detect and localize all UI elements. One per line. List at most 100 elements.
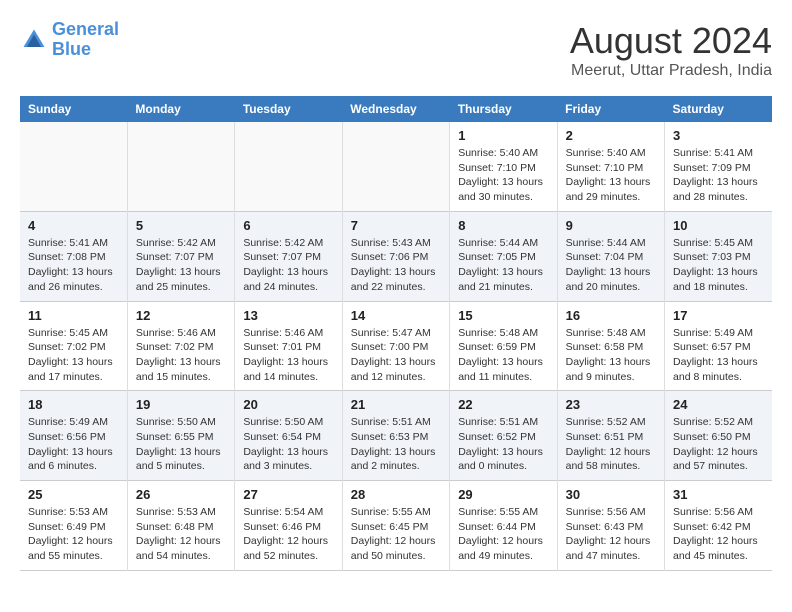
calendar-cell: 15Sunrise: 5:48 AM Sunset: 6:59 PM Dayli… <box>450 301 557 391</box>
title-block: August 2024 Meerut, Uttar Pradesh, India <box>570 20 772 80</box>
day-info: Sunrise: 5:52 AM Sunset: 6:51 PM Dayligh… <box>566 415 656 474</box>
day-number: 22 <box>458 397 548 412</box>
day-info: Sunrise: 5:42 AM Sunset: 7:07 PM Dayligh… <box>136 236 226 295</box>
day-number: 16 <box>566 308 656 323</box>
calendar-cell <box>235 122 342 211</box>
day-number: 21 <box>351 397 441 412</box>
day-info: Sunrise: 5:45 AM Sunset: 7:02 PM Dayligh… <box>28 326 119 385</box>
day-number: 10 <box>673 218 764 233</box>
calendar-cell: 16 Sunrise: 5:48 AM Sunset: 6:58 PM Dayli… <box>557 301 664 391</box>
day-number: 23 <box>566 397 656 412</box>
calendar-cell: 12 Sunrise: 5:46 AM Sunset: 7:02 PM Dayli… <box>127 301 234 391</box>
day-info: Sunrise: 5:49 AM Sunset: 6:57 PM Dayligh… <box>673 326 764 385</box>
day-info: Sunrise: 5:56 AM Sunset: 6:42 PM Dayligh… <box>673 505 764 564</box>
day-number: 20 <box>243 397 333 412</box>
logo-icon <box>20 26 48 54</box>
calendar-cell: 19 Sunrise: 5:50 AM Sunset: 6:55 PM Dayli… <box>127 391 234 481</box>
calendar-cell: 10 Sunrise: 5:45 AM Sunset: 7:03 PM Dayli… <box>665 211 772 301</box>
day-number: 5 <box>136 218 226 233</box>
calendar-cell: 14Sunrise: 5:47 AM Sunset: 7:00 PM Dayli… <box>342 301 449 391</box>
day-info: Sunrise: 5:46 AM Sunset: 7:02 PM Dayligh… <box>136 326 226 385</box>
calendar-cell: 26 Sunrise: 5:53 AM Sunset: 6:48 PM Dayli… <box>127 481 234 571</box>
calendar-cell: 6 Sunrise: 5:42 AM Sunset: 7:07 PM Daylig… <box>235 211 342 301</box>
page-header: General Blue August 2024 Meerut, Uttar P… <box>20 20 772 80</box>
week-row: 25 Sunrise: 5:53 AM Sunset: 6:49 PM Dayli… <box>20 481 772 571</box>
logo-general: General <box>52 19 119 39</box>
week-row: 1 Sunrise: 5:40 AM Sunset: 7:10 PM Daylig… <box>20 122 772 211</box>
day-info: Sunrise: 5:45 AM Sunset: 7:03 PM Dayligh… <box>673 236 764 295</box>
calendar-cell: 2 Sunrise: 5:40 AM Sunset: 7:10 PM Daylig… <box>557 122 664 211</box>
day-number: 12 <box>136 308 226 323</box>
day-info: Sunrise: 5:51 AM Sunset: 6:53 PM Dayligh… <box>351 415 441 474</box>
weekday-header-row: SundayMondayTuesdayWednesdayThursdayFrid… <box>20 96 772 122</box>
day-info: Sunrise: 5:52 AM Sunset: 6:50 PM Dayligh… <box>673 415 764 474</box>
day-info: Sunrise: 5:48 AM Sunset: 6:58 PM Dayligh… <box>566 326 656 385</box>
calendar-cell: 9 Sunrise: 5:44 AM Sunset: 7:04 PM Daylig… <box>557 211 664 301</box>
day-info: Sunrise: 5:40 AM Sunset: 7:10 PM Dayligh… <box>458 146 548 205</box>
day-number: 28 <box>351 487 441 502</box>
calendar-cell: 29Sunrise: 5:55 AM Sunset: 6:44 PM Dayli… <box>450 481 557 571</box>
calendar-cell: 17 Sunrise: 5:49 AM Sunset: 6:57 PM Dayli… <box>665 301 772 391</box>
day-info: Sunrise: 5:50 AM Sunset: 6:55 PM Dayligh… <box>136 415 226 474</box>
day-info: Sunrise: 5:43 AM Sunset: 7:06 PM Dayligh… <box>351 236 441 295</box>
calendar-cell: 21 Sunrise: 5:51 AM Sunset: 6:53 PM Dayli… <box>342 391 449 481</box>
weekday-header: Monday <box>127 96 234 122</box>
calendar-cell <box>342 122 449 211</box>
day-number: 30 <box>566 487 656 502</box>
day-info: Sunrise: 5:51 AM Sunset: 6:52 PM Dayligh… <box>458 415 548 474</box>
day-number: 6 <box>243 218 333 233</box>
day-number: 27 <box>243 487 333 502</box>
calendar-cell: 20 Sunrise: 5:50 AM Sunset: 6:54 PM Dayli… <box>235 391 342 481</box>
day-info: Sunrise: 5:49 AM Sunset: 6:56 PM Dayligh… <box>28 415 119 474</box>
week-row: 11 Sunrise: 5:45 AM Sunset: 7:02 PM Dayli… <box>20 301 772 391</box>
day-number: 14 <box>351 308 441 323</box>
weekday-header: Tuesday <box>235 96 342 122</box>
calendar-cell: 18 Sunrise: 5:49 AM Sunset: 6:56 PM Dayli… <box>20 391 127 481</box>
day-info: Sunrise: 5:53 AM Sunset: 6:49 PM Dayligh… <box>28 505 119 564</box>
calendar-cell: 27 Sunrise: 5:54 AM Sunset: 6:46 PM Dayli… <box>235 481 342 571</box>
day-number: 26 <box>136 487 226 502</box>
day-info: Sunrise: 5:54 AM Sunset: 6:46 PM Dayligh… <box>243 505 333 564</box>
calendar-cell: 3 Sunrise: 5:41 AM Sunset: 7:09 PM Daylig… <box>665 122 772 211</box>
day-info: Sunrise: 5:50 AM Sunset: 6:54 PM Dayligh… <box>243 415 333 474</box>
logo: General Blue <box>20 20 119 60</box>
day-number: 9 <box>566 218 656 233</box>
day-info: Sunrise: 5:40 AM Sunset: 7:10 PM Dayligh… <box>566 146 656 205</box>
day-info: Sunrise: 5:55 AM Sunset: 6:44 PM Dayligh… <box>458 505 548 564</box>
day-number: 17 <box>673 308 764 323</box>
day-info: Sunrise: 5:41 AM Sunset: 7:09 PM Dayligh… <box>673 146 764 205</box>
day-info: Sunrise: 5:48 AM Sunset: 6:59 PM Dayligh… <box>458 326 548 385</box>
weekday-header: Saturday <box>665 96 772 122</box>
day-number: 18 <box>28 397 119 412</box>
calendar-cell: 30Sunrise: 5:56 AM Sunset: 6:43 PM Dayli… <box>557 481 664 571</box>
week-row: 18 Sunrise: 5:49 AM Sunset: 6:56 PM Dayli… <box>20 391 772 481</box>
week-row: 4Sunrise: 5:41 AM Sunset: 7:08 PM Daylig… <box>20 211 772 301</box>
day-number: 11 <box>28 308 119 323</box>
day-number: 7 <box>351 218 441 233</box>
calendar-cell: 23 Sunrise: 5:52 AM Sunset: 6:51 PM Dayli… <box>557 391 664 481</box>
day-info: Sunrise: 5:46 AM Sunset: 7:01 PM Dayligh… <box>243 326 333 385</box>
day-info: Sunrise: 5:42 AM Sunset: 7:07 PM Dayligh… <box>243 236 333 295</box>
calendar-subtitle: Meerut, Uttar Pradesh, India <box>570 62 772 80</box>
calendar-cell: 4Sunrise: 5:41 AM Sunset: 7:08 PM Daylig… <box>20 211 127 301</box>
day-number: 3 <box>673 128 764 143</box>
day-info: Sunrise: 5:41 AM Sunset: 7:08 PM Dayligh… <box>28 236 119 295</box>
day-number: 25 <box>28 487 119 502</box>
day-number: 24 <box>673 397 764 412</box>
calendar-cell <box>20 122 127 211</box>
calendar-cell: 31 Sunrise: 5:56 AM Sunset: 6:42 PM Dayli… <box>665 481 772 571</box>
calendar-title: August 2024 <box>570 20 772 62</box>
day-number: 1 <box>458 128 548 143</box>
calendar-cell: 13 Sunrise: 5:46 AM Sunset: 7:01 PM Dayli… <box>235 301 342 391</box>
day-number: 19 <box>136 397 226 412</box>
calendar-cell: 8Sunrise: 5:44 AM Sunset: 7:05 PM Daylig… <box>450 211 557 301</box>
day-number: 2 <box>566 128 656 143</box>
day-info: Sunrise: 5:44 AM Sunset: 7:04 PM Dayligh… <box>566 236 656 295</box>
day-number: 31 <box>673 487 764 502</box>
day-number: 13 <box>243 308 333 323</box>
calendar-table: SundayMondayTuesdayWednesdayThursdayFrid… <box>20 96 772 571</box>
weekday-header: Friday <box>557 96 664 122</box>
calendar-cell: 24 Sunrise: 5:52 AM Sunset: 6:50 PM Dayli… <box>665 391 772 481</box>
weekday-header: Wednesday <box>342 96 449 122</box>
day-info: Sunrise: 5:53 AM Sunset: 6:48 PM Dayligh… <box>136 505 226 564</box>
